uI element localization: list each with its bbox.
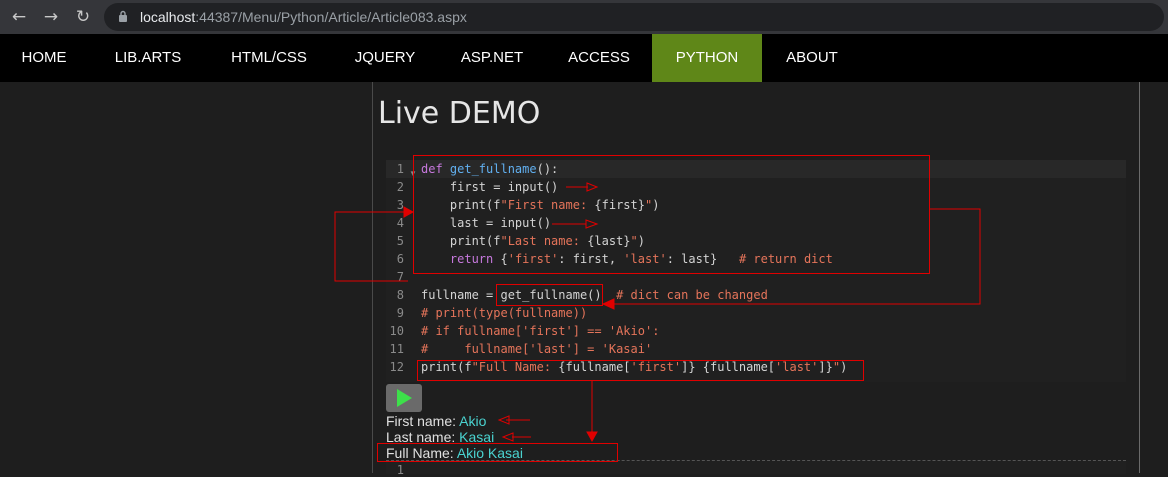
annotation-arrows: [334, 182, 981, 443]
